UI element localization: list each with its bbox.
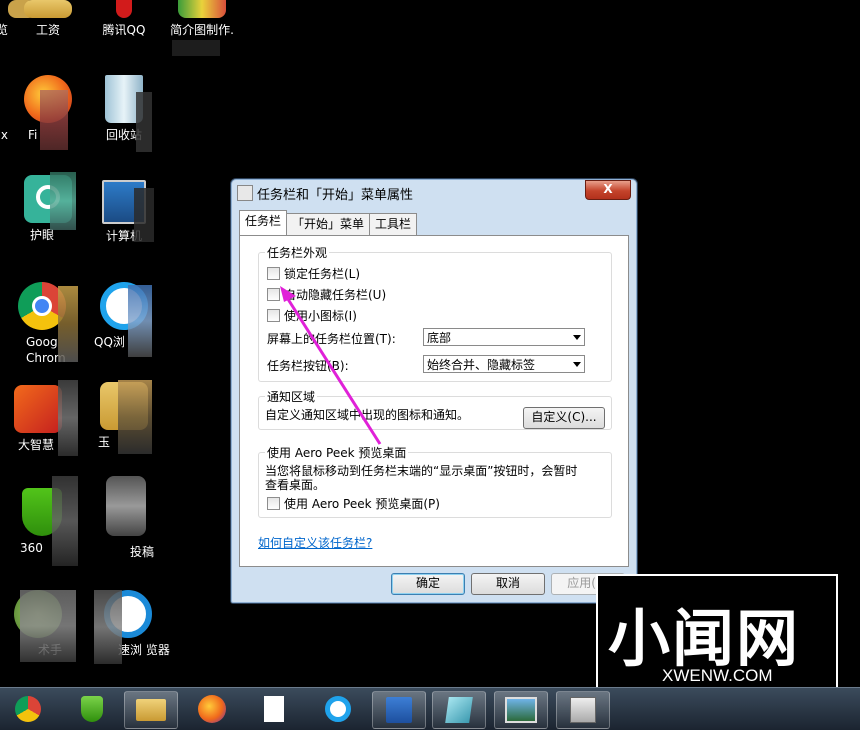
word-icon	[386, 697, 412, 723]
taskbar	[0, 687, 860, 730]
taskbar-chrome[interactable]	[2, 691, 54, 727]
taskbar-control-panel[interactable]	[556, 691, 610, 729]
watermark-title: 小闻网	[608, 602, 801, 675]
taskbar-picture[interactable]	[494, 691, 548, 729]
control-panel-icon	[570, 697, 596, 723]
chrome-icon	[15, 696, 41, 722]
taskbar-security[interactable]	[66, 691, 118, 727]
taskbar-firefox[interactable]	[186, 691, 238, 727]
tab-taskbar[interactable]: 任务栏	[239, 210, 288, 235]
picture-icon	[505, 697, 537, 723]
taskbar-explorer[interactable]	[124, 691, 178, 729]
qq-browser-icon	[325, 696, 351, 722]
taskbar-notepad[interactable]	[432, 691, 486, 729]
watermark-logo: 小闻网 XWENW.COM	[596, 574, 838, 698]
watermark-url: XWENW.COM	[662, 666, 773, 685]
taskbar-document[interactable]	[248, 691, 300, 727]
notepad-icon	[445, 697, 473, 723]
taskbar-word[interactable]	[372, 691, 426, 729]
firefox-icon	[198, 695, 226, 723]
taskbar-qq-browser[interactable]	[312, 691, 364, 727]
explorer-icon	[136, 699, 166, 721]
document-icon	[264, 696, 284, 722]
shield-icon	[81, 696, 103, 722]
